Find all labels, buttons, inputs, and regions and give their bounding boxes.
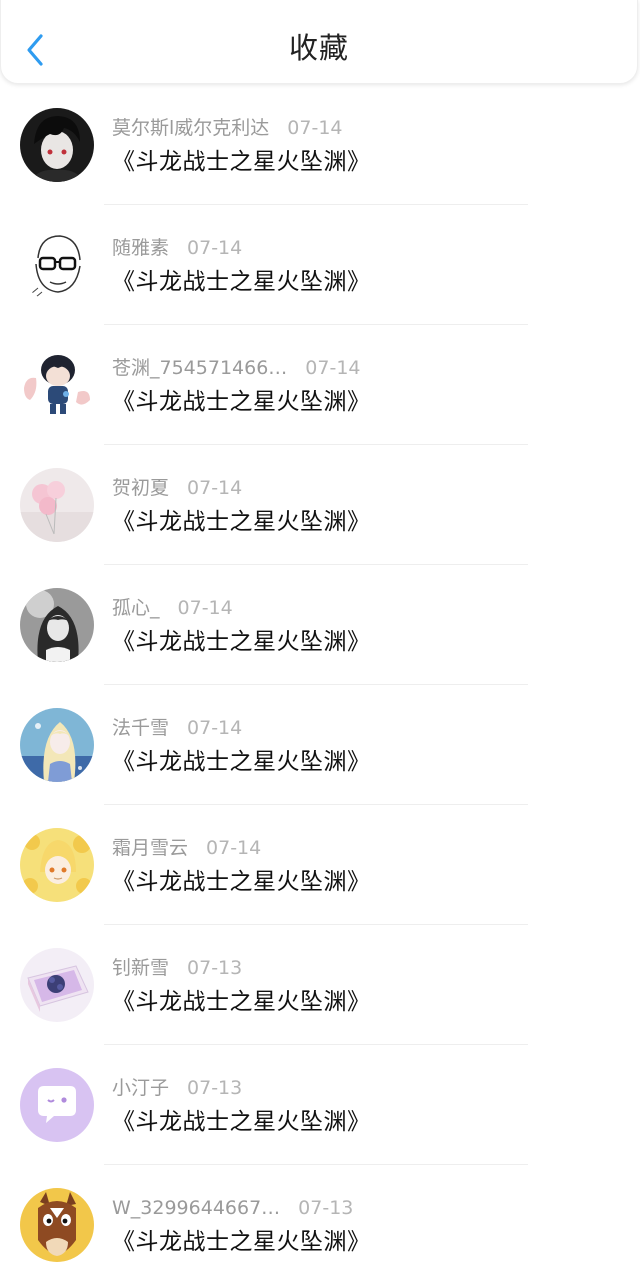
page-title: 收藏 xyxy=(288,31,349,65)
username[interactable]: 贺初夏 xyxy=(112,477,169,499)
book-title[interactable]: 《斗龙战士之星火坠渊》 xyxy=(112,1226,371,1258)
timestamp: 07-14 xyxy=(187,717,243,739)
book-title[interactable]: 《斗龙战士之星火坠渊》 xyxy=(112,506,371,538)
book-title[interactable]: 《斗龙战士之星火坠渊》 xyxy=(112,626,371,658)
item-meta: W_3299644667… 07-13 xyxy=(112,1194,353,1222)
timestamp: 07-13 xyxy=(187,957,243,979)
username[interactable]: 莫尔斯l威尔克利达 xyxy=(112,117,269,139)
item-meta: 霜月雪云 07-14 xyxy=(112,834,261,862)
item-meta: 法千雪 07-14 xyxy=(112,714,242,742)
list-item[interactable]: 贺初夏 07-14 《斗龙战士之星火坠渊》 xyxy=(0,445,640,565)
item-meta: 苍渊_754571466… 07-14 xyxy=(112,354,361,382)
list-item[interactable]: 小汀子 07-13 《斗龙战士之星火坠渊》 xyxy=(0,1045,640,1165)
timestamp: 07-14 xyxy=(187,477,243,499)
list-item[interactable]: 苍渊_754571466… 07-14 《斗龙战士之星火坠渊》 xyxy=(0,325,640,445)
list-item[interactable]: W_3299644667… 07-13 《斗龙战士之星火坠渊》 xyxy=(0,1165,640,1285)
item-meta: 随雅素 07-14 xyxy=(112,234,242,262)
item-meta: 莫尔斯l威尔克利达 07-14 xyxy=(112,114,343,142)
elf-girl-avatar xyxy=(20,708,94,782)
item-meta: 小汀子 07-13 xyxy=(112,1074,242,1102)
list-item[interactable]: 莫尔斯l威尔克利达 07-14 《斗龙战士之星火坠渊》 xyxy=(0,85,640,205)
book-title[interactable]: 《斗龙战士之星火坠渊》 xyxy=(112,986,371,1018)
book-title[interactable]: 《斗龙战士之星火坠渊》 xyxy=(112,146,371,178)
avatar[interactable] xyxy=(20,708,94,782)
username[interactable]: 法千雪 xyxy=(112,717,169,739)
item-meta: 钊新雪 07-13 xyxy=(112,954,242,982)
book-title[interactable]: 《斗龙战士之星火坠渊》 xyxy=(112,386,371,418)
list-item[interactable]: 随雅素 07-14 《斗龙战士之星火坠渊》 xyxy=(0,205,640,325)
yellow-flower-girl-avatar xyxy=(20,828,94,902)
avatar[interactable] xyxy=(20,588,94,662)
list-item[interactable]: 霜月雪云 07-14 《斗龙战士之星火坠渊》 xyxy=(0,805,640,925)
username[interactable]: 钊新雪 xyxy=(112,957,169,979)
timestamp: 07-14 xyxy=(287,117,343,139)
book-title[interactable]: 《斗龙战士之星火坠渊》 xyxy=(112,1106,371,1138)
avatar[interactable] xyxy=(20,948,94,1022)
avatar[interactable] xyxy=(20,468,94,542)
avatar[interactable] xyxy=(20,1188,94,1262)
username[interactable]: 随雅素 xyxy=(112,237,169,259)
username[interactable]: W_3299644667… xyxy=(112,1197,280,1219)
chibi-boy-avatar xyxy=(20,348,94,422)
item-meta: 贺初夏 07-14 xyxy=(112,474,242,502)
avatar[interactable] xyxy=(20,828,94,902)
avatar[interactable] xyxy=(20,108,94,182)
cartoon-horse-avatar xyxy=(20,1188,94,1262)
username[interactable]: 霜月雪云 xyxy=(112,837,188,859)
avatar[interactable] xyxy=(20,1068,94,1142)
book-title[interactable]: 《斗龙战士之星火坠渊》 xyxy=(112,746,371,778)
timestamp: 07-14 xyxy=(187,237,243,259)
list-item[interactable]: 法千雪 07-14 《斗龙战士之星火坠渊》 xyxy=(0,685,640,805)
top-nav-bar: 收藏 xyxy=(0,0,638,84)
username[interactable]: 小汀子 xyxy=(112,1077,169,1099)
dark-haired-boy-avatar xyxy=(20,108,94,182)
list-item[interactable]: 孤心_ 07-14 《斗龙战士之星火坠渊》 xyxy=(0,565,640,685)
book-title[interactable]: 《斗龙战士之星火坠渊》 xyxy=(112,866,371,898)
timestamp: 07-14 xyxy=(305,357,361,379)
gray-girl-avatar xyxy=(20,588,94,662)
timestamp: 07-14 xyxy=(177,597,233,619)
username[interactable]: 孤心_ xyxy=(112,597,160,619)
username[interactable]: 苍渊_754571466… xyxy=(112,357,287,379)
favorites-list: 莫尔斯l威尔克利达 07-14 《斗龙战士之星火坠渊》 随雅素 07-14 《斗龙战… xyxy=(0,85,640,1285)
pink-balloons-avatar xyxy=(20,468,94,542)
list-item[interactable]: 钊新雪 07-13 《斗龙战士之星火坠渊》 xyxy=(0,925,640,1045)
avatar[interactable] xyxy=(20,228,94,302)
item-meta: 孤心_ 07-14 xyxy=(112,594,233,622)
glasses-sketch-avatar xyxy=(20,228,94,302)
purple-chat-bubble-avatar xyxy=(20,1068,94,1142)
timestamp: 07-13 xyxy=(298,1197,354,1219)
flower-box-avatar xyxy=(20,948,94,1022)
avatar[interactable] xyxy=(20,348,94,422)
timestamp: 07-14 xyxy=(206,837,262,859)
book-title[interactable]: 《斗龙战士之星火坠渊》 xyxy=(112,266,371,298)
timestamp: 07-13 xyxy=(187,1077,243,1099)
